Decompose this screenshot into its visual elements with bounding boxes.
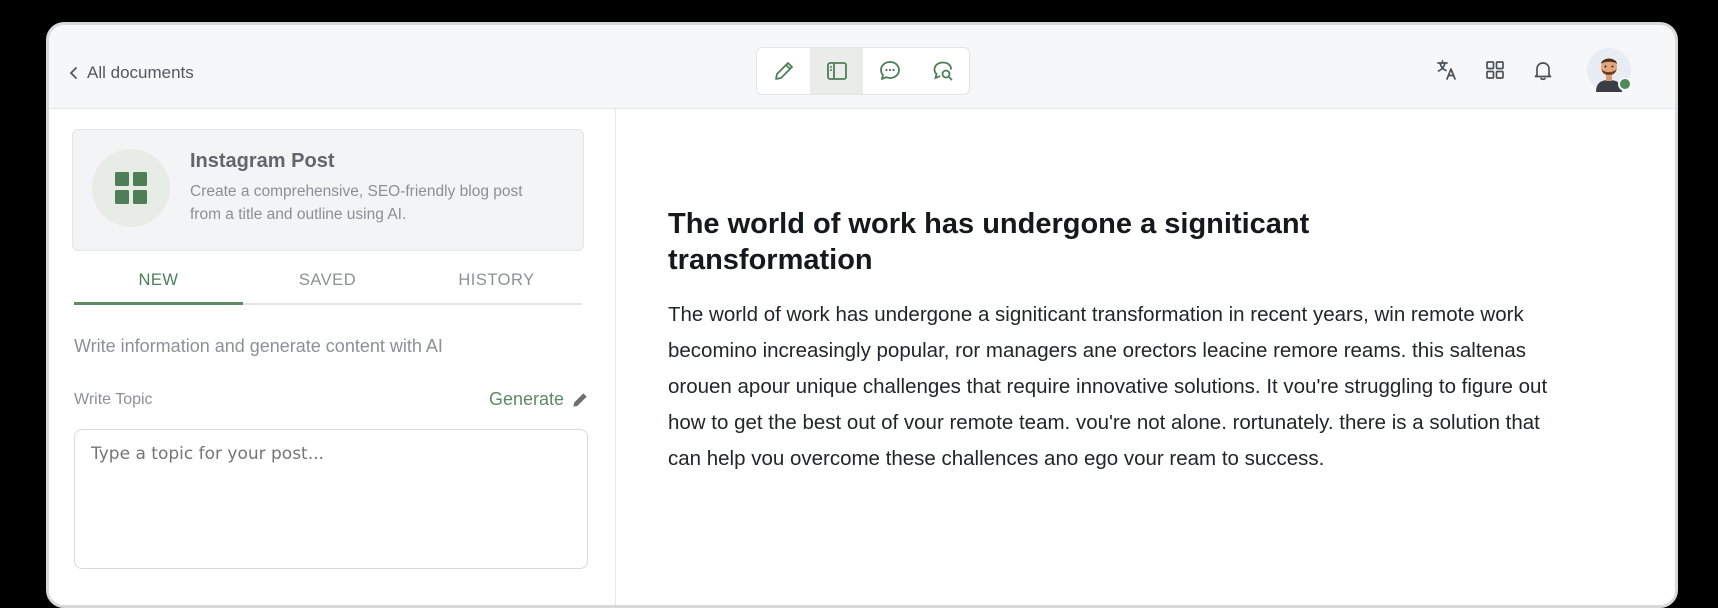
chat-button[interactable] <box>863 48 916 94</box>
template-card[interactable]: Instagram Post Create a comprehensive, S… <box>72 129 584 251</box>
back-link-label: All documents <box>87 63 194 82</box>
sidebar-view-button[interactable] <box>810 48 863 94</box>
sidebar-panel-icon <box>826 62 847 80</box>
tab-history[interactable]: HISTORY <box>412 267 581 303</box>
intro-text: Write information and generate content w… <box>74 336 443 356</box>
edit-mode-button[interactable] <box>757 48 810 94</box>
app-window: All documents Instagram Post Create a co… <box>46 22 1678 608</box>
header-actions <box>1435 47 1632 93</box>
tab-bar: NEW SAVED HISTORY <box>74 267 582 305</box>
topic-label: Write Topic <box>74 391 153 408</box>
document-editor: The world of work has undergone a signit… <box>616 109 1675 605</box>
chevron-left-icon <box>69 67 77 79</box>
generate-label: Generate <box>489 389 565 409</box>
bell-icon[interactable] <box>1531 58 1555 82</box>
pencil-icon <box>573 392 587 407</box>
avatar[interactable] <box>1587 48 1632 92</box>
template-title: Instagram Post <box>190 150 335 172</box>
search-chat-icon <box>933 61 952 81</box>
pencil-icon <box>774 62 793 80</box>
template-description: Create a comprehensive, SEO-friendly blo… <box>190 183 523 223</box>
document-title[interactable]: The world of work has undergone a signit… <box>668 206 1388 278</box>
online-status-dot <box>1618 77 1632 91</box>
tab-new[interactable]: NEW <box>74 267 243 305</box>
back-link[interactable]: All documents <box>69 63 194 83</box>
document-body[interactable]: The world of work has undergone a signit… <box>668 297 1548 477</box>
topic-input[interactable] <box>74 429 588 569</box>
search-chat-button[interactable] <box>916 48 969 94</box>
apps-grid-icon[interactable] <box>1483 58 1507 82</box>
generator-sidebar: Instagram Post Create a comprehensive, S… <box>49 109 616 605</box>
template-icon-circle <box>92 149 170 227</box>
generate-button[interactable]: Generate <box>489 389 590 410</box>
tab-saved[interactable]: SAVED <box>243 267 412 303</box>
top-bar: All documents <box>49 25 1675 109</box>
translate-icon[interactable] <box>1435 58 1459 82</box>
grid-icon <box>115 172 147 204</box>
view-toolbar <box>756 47 970 95</box>
chat-bubble-icon <box>879 61 900 80</box>
